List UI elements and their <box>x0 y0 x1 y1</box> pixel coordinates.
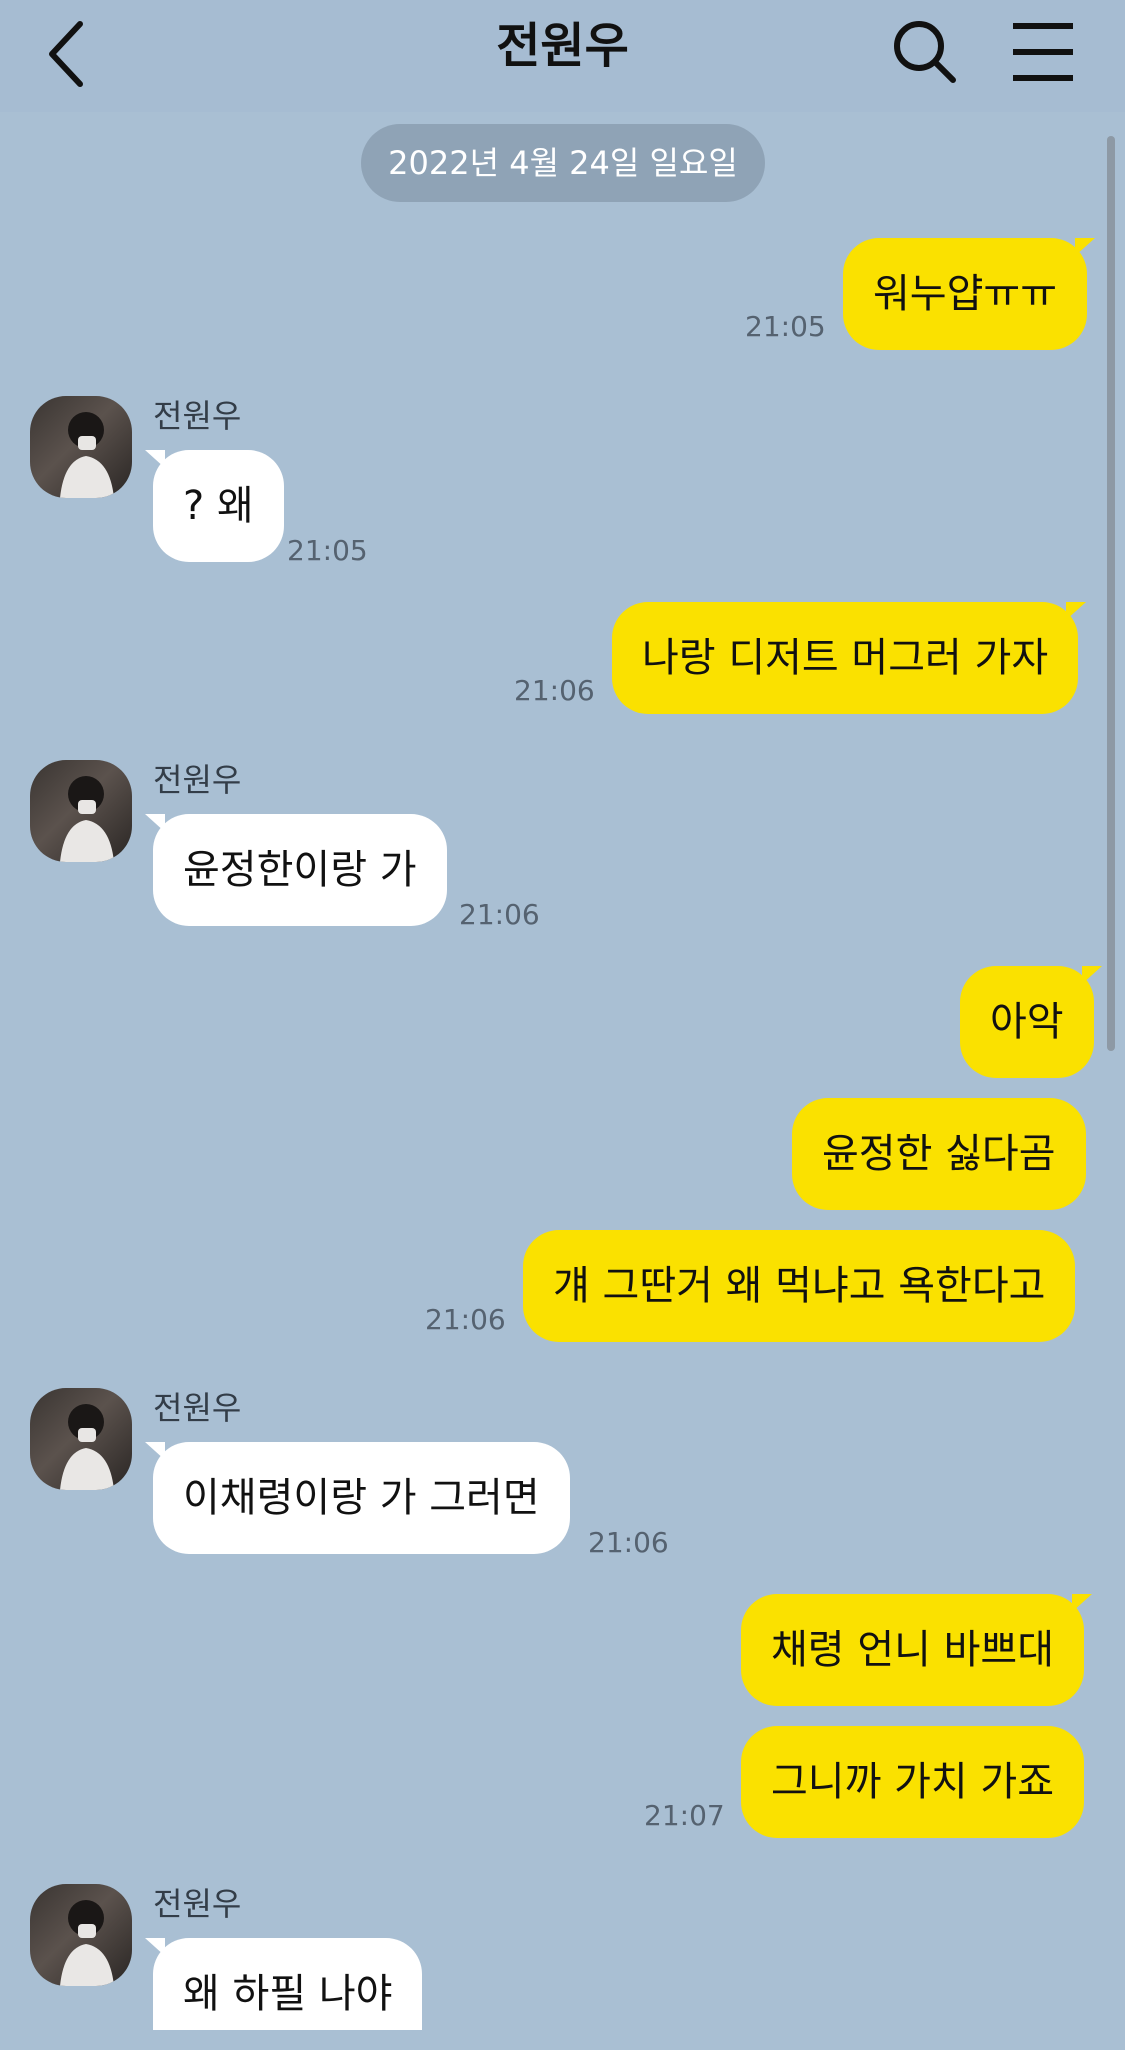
my-message-bubble[interactable]: 아악 <box>960 966 1102 1078</box>
menu-icon[interactable] <box>1005 12 1085 92</box>
avatar-photo-icon <box>60 412 114 498</box>
avatar[interactable] <box>30 396 132 498</box>
message-time: 21:06 <box>425 1303 506 1336</box>
my-message-bubble[interactable]: 걔 그딴거 왜 먹냐고 욕한다고 <box>523 1230 1076 1342</box>
sender-name: 전원우 <box>153 761 242 799</box>
my-message-bubble[interactable]: 그니까 가치 가죠 <box>741 1726 1085 1838</box>
their-message-bubble[interactable]: 왜 하필 나야 <box>144 1938 423 2030</box>
chat-header: 전원우 <box>0 0 1125 112</box>
avatar-photo-icon <box>60 1900 114 1986</box>
sender-name: 전원우 <box>153 1885 242 1923</box>
avatar-photo-icon <box>60 1404 114 1490</box>
search-icon[interactable] <box>885 12 965 92</box>
message-time: 21:06 <box>514 674 595 707</box>
avatar-photo-icon <box>60 776 114 862</box>
my-message-bubble[interactable]: 워누얍ㅠㅠ <box>843 238 1095 350</box>
scrollbar[interactable] <box>1107 136 1115 1051</box>
sender-name: 전원우 <box>153 397 242 435</box>
my-message-bubble[interactable]: 나랑 디저트 머그러 가자 <box>612 602 1087 714</box>
message-time: 21:05 <box>745 310 826 343</box>
their-message-bubble[interactable]: 윤정한이랑 가 <box>145 814 447 926</box>
their-message-bubble[interactable]: ? 왜 <box>145 450 284 562</box>
avatar[interactable] <box>30 1884 132 1986</box>
message-time: 21:07 <box>644 1799 725 1832</box>
sender-name: 전원우 <box>153 1389 242 1427</box>
message-time: 21:06 <box>459 898 540 931</box>
message-time: 21:05 <box>287 534 368 567</box>
avatar[interactable] <box>30 1388 132 1490</box>
their-message-bubble[interactable]: 이채령이랑 가 그러면 <box>145 1442 570 1554</box>
my-message-bubble[interactable]: 윤정한 싫다곰 <box>792 1098 1086 1210</box>
date-divider: 2022년 4월 24일 일요일 <box>361 124 765 202</box>
my-message-bubble[interactable]: 채령 언니 바쁘대 <box>741 1594 1093 1706</box>
avatar[interactable] <box>30 760 132 862</box>
message-time: 21:06 <box>588 1526 669 1559</box>
